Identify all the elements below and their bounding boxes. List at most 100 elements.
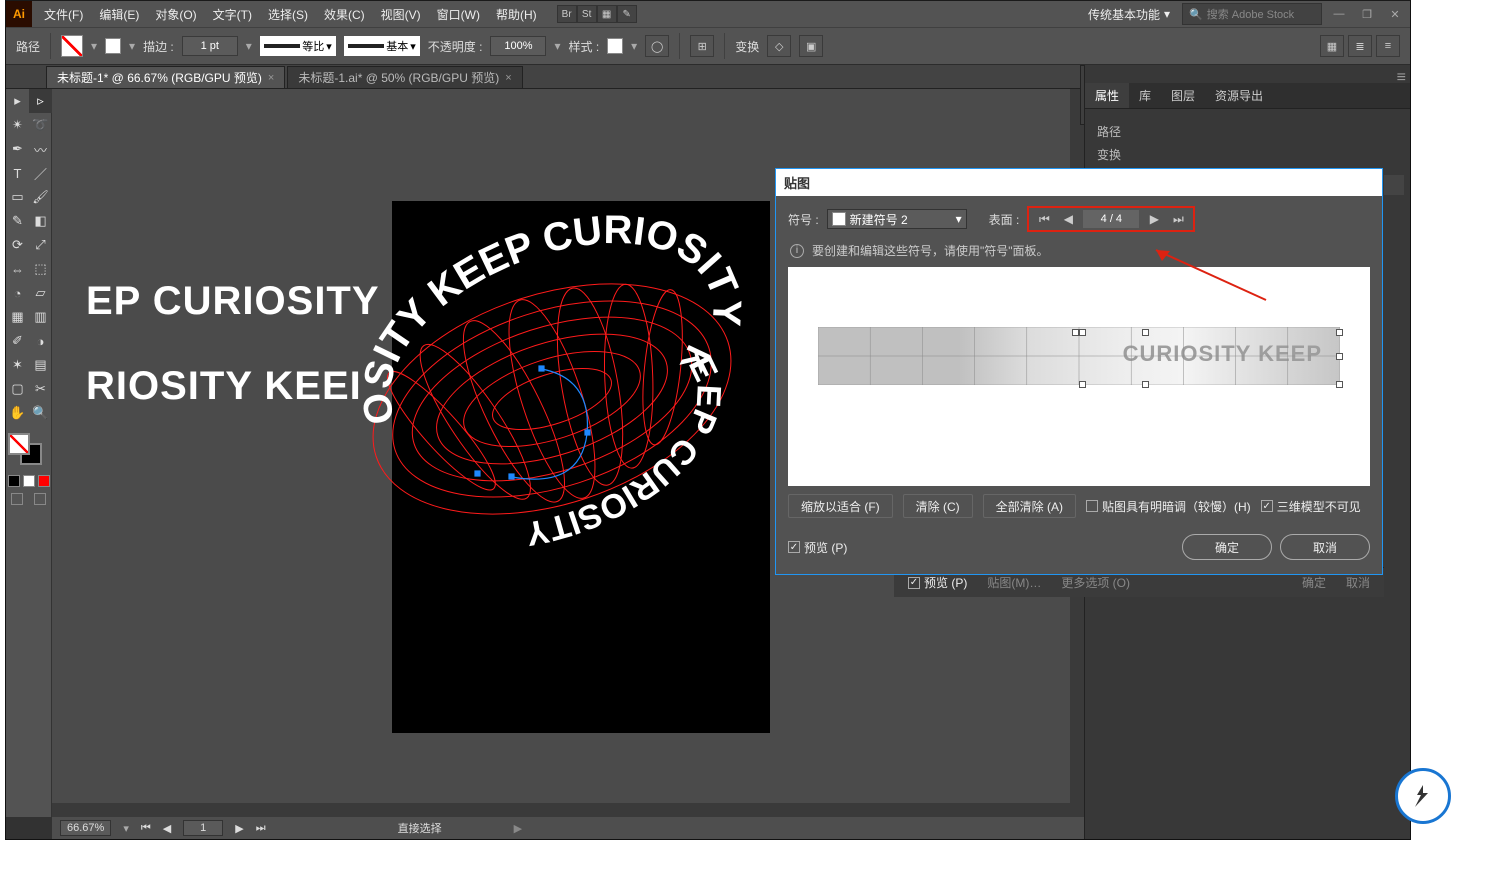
preview-checkbox[interactable]: ✓预览 (P) (788, 539, 847, 556)
first-surface-button[interactable]: ⏮ (1035, 210, 1053, 228)
surface-index-field[interactable]: 4 / 4 (1083, 210, 1139, 228)
isolate-icon[interactable]: ▣ (799, 35, 823, 57)
menu-view[interactable]: 视图(V) (373, 6, 429, 23)
document-tab-2[interactable]: 未标题-1.ai* @ 50% (RGB/GPU 预览) × (287, 66, 522, 88)
fit-button[interactable]: 缩放以适合 (F) (788, 494, 893, 518)
window-close[interactable]: ✕ (1384, 5, 1406, 23)
gradient-tool[interactable]: ▥ (29, 305, 52, 329)
shape-icon[interactable]: ◇ (767, 35, 791, 57)
invisible-geo-checkbox[interactable]: ✓三维模型不可见 (1261, 498, 1361, 515)
menu-window[interactable]: 窗口(W) (429, 6, 488, 23)
map-preview[interactable]: CURIOSITY KEEP (788, 267, 1370, 486)
symbol-select[interactable]: 新建符号 2 ▾ (827, 209, 967, 229)
pen-tool[interactable]: ✒ (6, 137, 29, 161)
mesh-tool[interactable]: ▦ (6, 305, 29, 329)
rectangle-tool[interactable]: ▭ (6, 185, 29, 209)
tab-libraries[interactable]: 库 (1129, 83, 1161, 108)
align-icon[interactable]: ⊞ (690, 35, 714, 57)
back-cancel-button[interactable]: 取消 (1346, 574, 1370, 591)
close-icon[interactable]: × (268, 72, 274, 84)
menu-object[interactable]: 对象(O) (147, 6, 204, 23)
shade-checkbox[interactable]: 贴图具有明暗调（较慢）(H) (1086, 498, 1251, 515)
perspective-tool[interactable]: ▱ (29, 281, 52, 305)
cancel-button[interactable]: 取消 (1280, 534, 1370, 560)
line-tool[interactable]: ／ (29, 161, 52, 185)
menu-help[interactable]: 帮助(H) (488, 6, 545, 23)
menu-effect[interactable]: 效果(C) (316, 6, 373, 23)
free-transform-tool[interactable]: ⬚ (29, 257, 52, 281)
last-surface-button[interactable]: ⏭ (1169, 210, 1187, 228)
direct-selection-tool[interactable]: ▹ (29, 89, 52, 113)
fill-stroke-swatch[interactable] (6, 433, 51, 473)
next-surface-button[interactable]: ▶ (1145, 210, 1163, 228)
opt-menu-icon[interactable]: ≡ (1376, 35, 1400, 57)
screen-mode-icon[interactable] (11, 493, 23, 505)
lasso-tool[interactable]: ➰ (29, 113, 52, 137)
back-map-button[interactable]: 贴图(M)… (987, 574, 1041, 591)
selection-tool[interactable]: ▸ (6, 89, 29, 113)
clear-all-button[interactable]: 全部清除 (A) (983, 494, 1076, 518)
back-more-button[interactable]: 更多选项 (O) (1061, 574, 1130, 591)
prev-surface-button[interactable]: ◀ (1059, 210, 1077, 228)
ok-button[interactable]: 确定 (1182, 534, 1272, 560)
brush-icon[interactable]: ✎ (617, 5, 637, 23)
menu-edit[interactable]: 编辑(E) (91, 6, 147, 23)
blend-tool[interactable]: ◑ (29, 329, 52, 353)
brush-field[interactable]: 基本▾ (344, 36, 420, 56)
scale-tool[interactable]: ⤢ (29, 233, 52, 257)
workspace-switcher[interactable]: 传统基本功能 ▾ (1082, 4, 1176, 25)
next-artboard-icon[interactable]: ▶ (235, 822, 243, 835)
type-tool[interactable]: T (6, 161, 29, 185)
shaper-tool[interactable]: ✎ (6, 209, 29, 233)
edit-contents-icon[interactable] (1384, 175, 1404, 195)
panel-menu-icon[interactable]: ≡ (1397, 69, 1406, 87)
stroke-swatch[interactable] (105, 38, 121, 54)
rotate-tool[interactable]: ⟳ (6, 233, 29, 257)
tab-properties[interactable]: 属性 (1085, 83, 1129, 108)
zoom-tool[interactable]: 🔍 (29, 401, 52, 425)
transform-label[interactable]: 变换 (735, 38, 759, 55)
prev-artboard-icon[interactable]: ◀ (163, 822, 171, 835)
menu-select[interactable]: 选择(S) (260, 6, 316, 23)
color-mode-icon[interactable] (8, 475, 20, 487)
stock-icon[interactable]: St (577, 5, 597, 23)
document-tab-1[interactable]: 未标题-1* @ 66.67% (RGB/GPU 预览) × (46, 66, 285, 88)
symbol-sprayer-tool[interactable]: ✶ (6, 353, 29, 377)
clear-button[interactable]: 清除 (C) (903, 494, 973, 518)
zoom-field[interactable]: 66.67% (60, 820, 111, 836)
paintbrush-tool[interactable]: 🖌 (29, 185, 52, 209)
status-menu-icon[interactable]: ▶ (514, 822, 522, 835)
last-artboard-icon[interactable]: ⏭ (256, 822, 266, 835)
arrange-icon[interactable]: ▦ (597, 5, 617, 23)
hand-tool[interactable]: ✋ (6, 401, 29, 425)
window-maximize[interactable]: ❐ (1356, 5, 1378, 23)
curvature-tool[interactable]: 〰 (29, 137, 52, 161)
window-minimize[interactable]: — (1328, 5, 1350, 23)
width-tool[interactable]: ⇔ (6, 257, 29, 281)
magic-wand-tool[interactable]: ✴ (6, 113, 29, 137)
artboard-tool[interactable]: ▢ (6, 377, 29, 401)
graph-tool[interactable]: ▤ (29, 353, 52, 377)
shape-builder-tool[interactable]: ◔ (6, 281, 29, 305)
appearance-icon[interactable]: ◯ (645, 35, 669, 57)
none-mode-icon[interactable] (38, 475, 50, 487)
slice-tool[interactable]: ✂ (29, 377, 52, 401)
search-input[interactable]: 🔍 搜索 Adobe Stock (1182, 3, 1322, 25)
fill-swatch[interactable] (61, 35, 83, 57)
gradient-mode-icon[interactable] (23, 475, 35, 487)
stroke-weight-field[interactable]: 1 pt (182, 36, 238, 56)
back-preview-checkbox[interactable]: ✓预览 (P) (908, 574, 967, 591)
first-artboard-icon[interactable]: ⏮ (141, 822, 151, 835)
tab-asset-export[interactable]: 资源导出 (1205, 83, 1273, 108)
eraser-tool[interactable]: ◧ (29, 209, 52, 233)
back-ok-button[interactable]: 确定 (1302, 574, 1326, 591)
bridge-icon[interactable]: Br (557, 5, 577, 23)
opacity-field[interactable]: 100% (490, 36, 546, 56)
menu-file[interactable]: 文件(F) (36, 6, 91, 23)
opt-right-1[interactable]: ▦ (1320, 35, 1344, 57)
tab-layers[interactable]: 图层 (1161, 83, 1205, 108)
profile-field[interactable]: 等比▾ (260, 36, 336, 56)
style-swatch[interactable] (607, 38, 623, 54)
menu-type[interactable]: 文字(T) (205, 6, 260, 23)
close-icon[interactable]: × (505, 72, 511, 84)
